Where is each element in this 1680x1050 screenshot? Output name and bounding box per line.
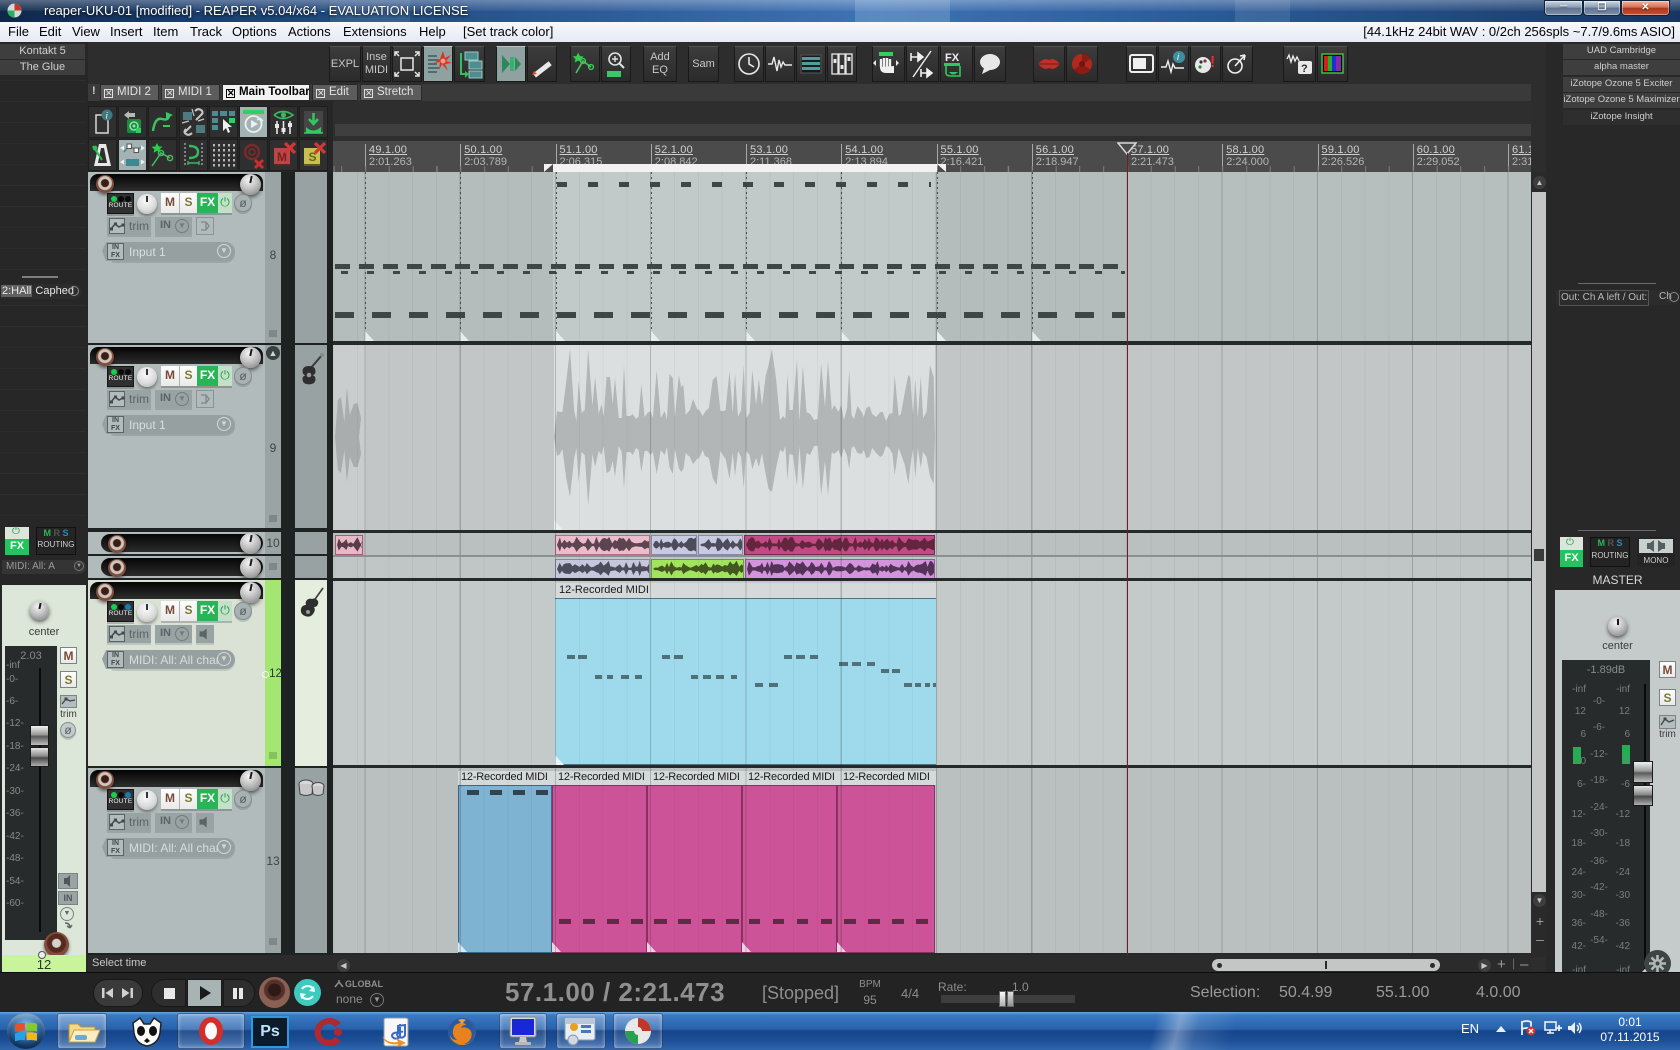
svg-text:?: ? — [1301, 63, 1308, 75]
svg-text:FX: FX — [945, 52, 960, 64]
svg-text:!: ! — [1210, 54, 1215, 71]
